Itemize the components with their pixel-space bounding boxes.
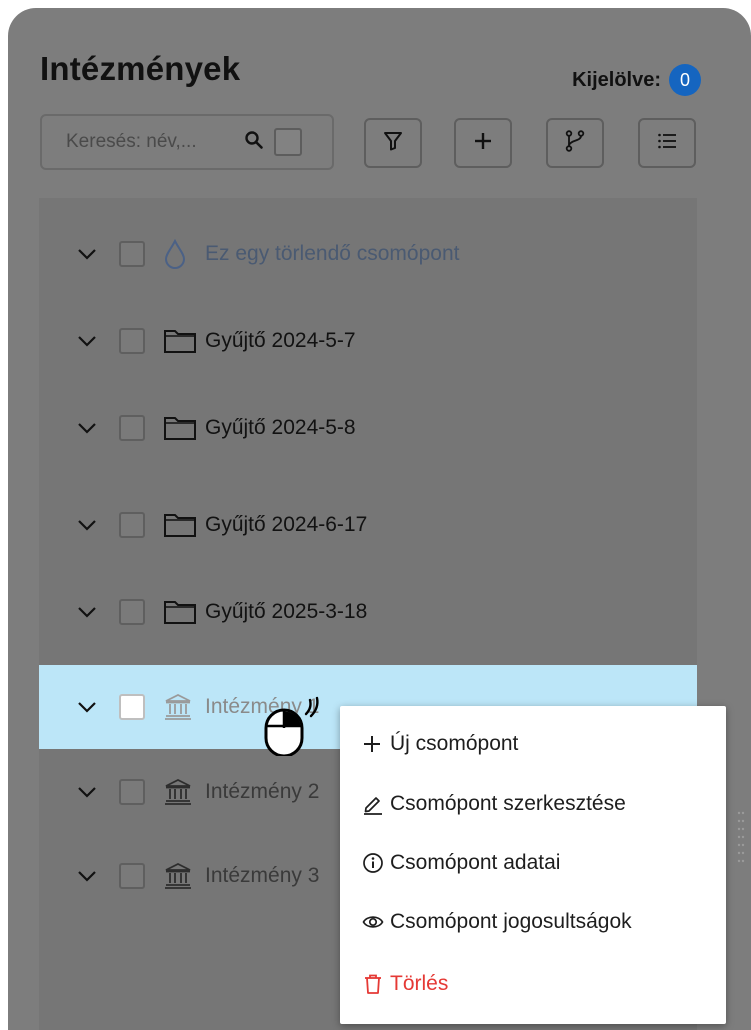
branch-icon	[563, 129, 587, 158]
search-box	[40, 114, 334, 170]
tree-row-folder[interactable]: Gyűjtő 2024-5-8	[39, 386, 697, 470]
menu-item-delete[interactable]: Törlés	[362, 972, 448, 996]
chevron-down-icon[interactable]	[77, 519, 99, 531]
menu-item-new-node[interactable]: Új csomópont	[362, 732, 518, 756]
row-checkbox[interactable]	[119, 241, 145, 267]
add-button[interactable]	[454, 118, 512, 168]
chevron-down-icon[interactable]	[77, 786, 99, 798]
menu-item-node-permissions[interactable]: Csomópont jogosultságok	[362, 910, 632, 934]
tree-row-label: Intézmény 3	[205, 864, 320, 887]
folder-icon	[163, 415, 199, 441]
tree-row-folder[interactable]: Gyűjtő 2024-5-7	[39, 299, 697, 383]
chevron-down-icon[interactable]	[77, 335, 99, 347]
chevron-down-icon[interactable]	[77, 422, 99, 434]
chevron-down-icon[interactable]	[77, 248, 99, 260]
chevron-down-icon[interactable]	[77, 701, 99, 713]
pencil-icon	[362, 793, 386, 815]
search-checkbox[interactable]	[274, 128, 302, 156]
chevron-down-icon[interactable]	[77, 606, 99, 618]
plus-icon	[362, 734, 386, 754]
row-checkbox[interactable]	[119, 415, 145, 441]
search-input[interactable]	[64, 130, 238, 154]
menu-item-label: Csomópont jogosultságok	[390, 910, 632, 933]
tree-row-label: Gyűjtő 2024-5-8	[205, 416, 356, 439]
folder-icon	[163, 328, 199, 354]
institution-icon	[163, 692, 199, 722]
context-menu: Új csomópont Csomópont szerkesztése Csom…	[340, 706, 726, 1024]
chevron-down-icon[interactable]	[77, 870, 99, 882]
row-checkbox[interactable]	[119, 863, 145, 889]
tree-row-label: Ez egy törlendő csomópont	[205, 242, 460, 265]
selection-counter: Kijelölve: 0	[572, 64, 701, 96]
filter-button[interactable]	[364, 118, 422, 168]
info-icon	[362, 852, 386, 874]
tree-row-label: Gyűjtő 2024-6-17	[205, 513, 368, 536]
tree-row-label: Gyűjtő 2025-3-18	[205, 600, 368, 623]
folder-icon	[163, 599, 199, 625]
row-checkbox[interactable]	[119, 328, 145, 354]
list-icon	[656, 130, 678, 157]
row-checkbox[interactable]	[119, 694, 145, 720]
tree-row-label: Intézmény 2	[205, 780, 320, 803]
mouse-right-click-icon	[262, 690, 326, 761]
page-title: Intézmények	[40, 50, 241, 87]
tree-row-deleted-node[interactable]: Ez egy törlendő csomópont	[39, 212, 697, 296]
list-view-button[interactable]	[638, 118, 696, 168]
menu-item-label: Új csomópont	[390, 732, 519, 755]
branch-button[interactable]	[546, 118, 604, 168]
selected-label: Kijelölve:	[572, 68, 661, 91]
search-icon[interactable]	[244, 130, 264, 155]
row-checkbox[interactable]	[119, 779, 145, 805]
selected-count-badge: 0	[669, 64, 701, 96]
institution-icon	[163, 777, 199, 807]
drop-icon	[163, 239, 199, 269]
menu-item-node-details[interactable]: Csomópont adatai	[362, 851, 560, 875]
resize-grip-icon[interactable]	[737, 810, 745, 871]
filter-icon	[382, 130, 404, 157]
row-checkbox[interactable]	[119, 512, 145, 538]
menu-item-label: Törlés	[390, 972, 449, 995]
menu-item-edit-node[interactable]: Csomópont szerkesztése	[362, 792, 626, 816]
tree-row-folder[interactable]: Gyűjtő 2024-6-17	[39, 483, 697, 567]
row-checkbox[interactable]	[119, 599, 145, 625]
folder-icon	[163, 512, 199, 538]
trash-icon	[362, 973, 386, 995]
tree-row-folder[interactable]: Gyűjtő 2025-3-18	[39, 570, 697, 654]
institution-icon	[163, 861, 199, 891]
menu-item-label: Csomópont adatai	[390, 851, 561, 874]
plus-icon	[472, 130, 494, 157]
menu-item-label: Csomópont szerkesztése	[390, 792, 626, 815]
tree-row-label: Gyűjtő 2024-5-7	[205, 329, 356, 352]
eye-icon	[362, 911, 386, 933]
